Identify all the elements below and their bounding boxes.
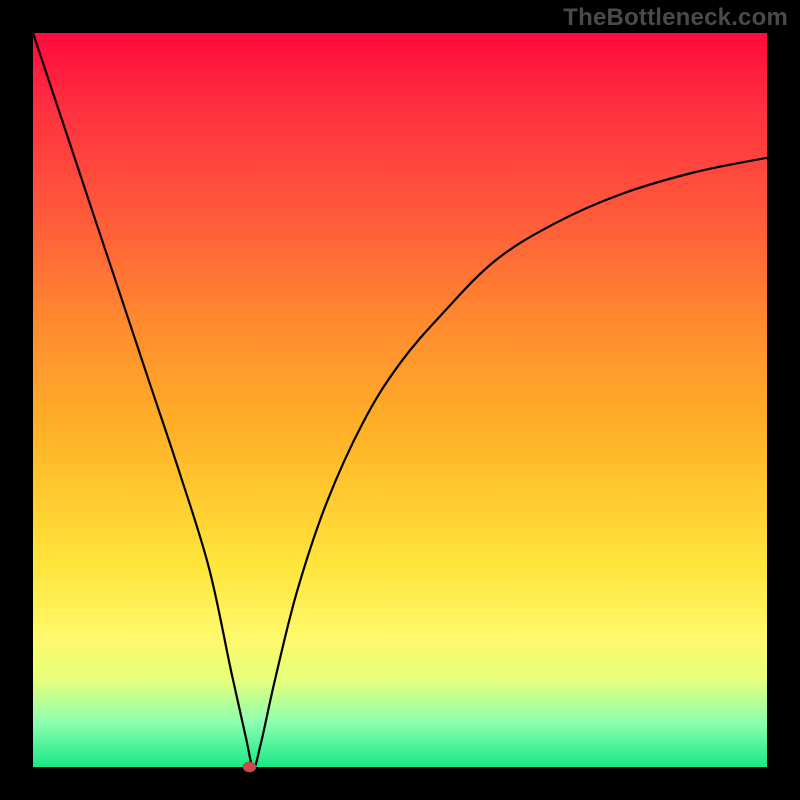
watermark-text: TheBottleneck.com	[563, 4, 788, 32]
bottleneck-curve	[33, 33, 767, 767]
chart-frame: TheBottleneck.com	[0, 0, 800, 800]
min-marker	[243, 762, 256, 772]
plot-area	[33, 33, 767, 767]
curve-svg	[33, 33, 767, 767]
